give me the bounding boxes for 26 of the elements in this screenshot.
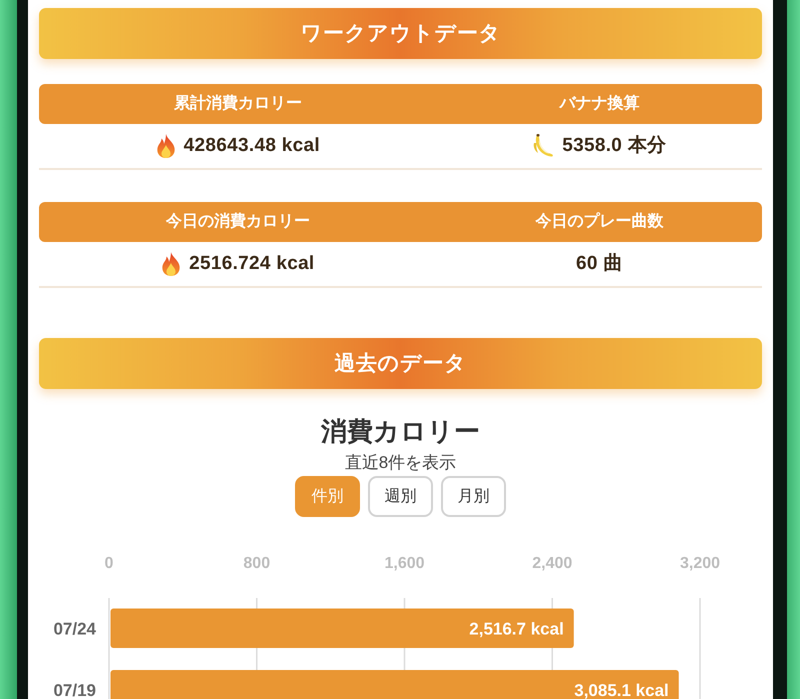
flame-icon [156,134,176,158]
column-header: バナナ換算 [559,94,640,114]
period-tab[interactable]: 週別 [368,476,433,517]
category-label: 07/24 [53,619,96,638]
section-heading: 過去のデータ [39,338,762,389]
category-label: 07/19 [53,680,96,699]
bar-value-label: 3,085.1 kcal [574,680,669,699]
period-tab[interactable]: 月別 [441,476,506,517]
banana-icon [532,134,554,158]
column-header: 累計消費カロリー [174,93,302,114]
axis-tick-label: 800 [243,555,270,572]
chart-title: 消費カロリー [321,416,480,447]
stat-value: 2516.724 kcal [189,252,315,276]
stat-value: 5358.0 本分 [562,134,666,158]
flame-icon [161,252,182,276]
column-header: 今日のプレー曲数 [535,211,664,232]
bar-value-label: 2,516.7 kcal [469,619,564,638]
axis-tick-label: 0 [104,555,114,572]
axis-tick-label: 2,400 [532,555,572,572]
chart-subtitle: 直近8件を表示 [344,453,456,473]
stat-value: 428643.48 kcal [184,134,320,158]
column-header: 今日の消費カロリー [166,212,310,232]
section-heading: ワークアウトデータ [39,8,762,59]
axis-tick-label: 3,200 [680,555,720,572]
axis-tick-label: 1,600 [384,555,425,572]
stat-value: 60 曲 [576,252,623,276]
